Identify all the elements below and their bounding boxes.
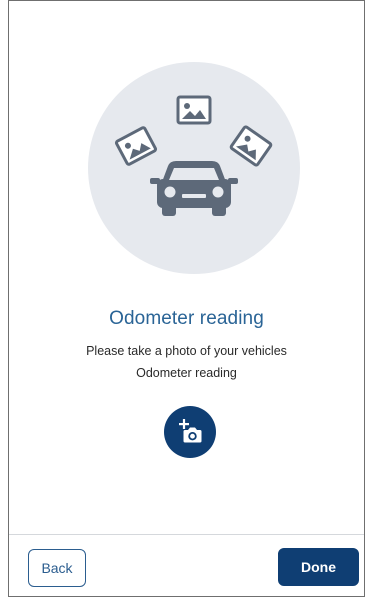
car-icon (150, 161, 238, 216)
photo-icon (229, 125, 273, 167)
add-photo-button[interactable] (164, 406, 216, 458)
instruction-text-line1: Please take a photo of your vehicles (86, 344, 287, 358)
add-photo-camera-icon (179, 419, 202, 443)
hero-illustration (88, 62, 300, 274)
footer-divider (9, 534, 364, 535)
instruction-text-line2: Odometer reading (136, 366, 237, 380)
back-button[interactable]: Back (28, 549, 86, 587)
photo-icon (176, 95, 212, 125)
app-screen: Odometer reading Please take a photo of … (8, 0, 365, 597)
photo-icon (114, 126, 158, 166)
done-button[interactable]: Done (278, 548, 359, 586)
page-title: Odometer reading (109, 308, 264, 329)
